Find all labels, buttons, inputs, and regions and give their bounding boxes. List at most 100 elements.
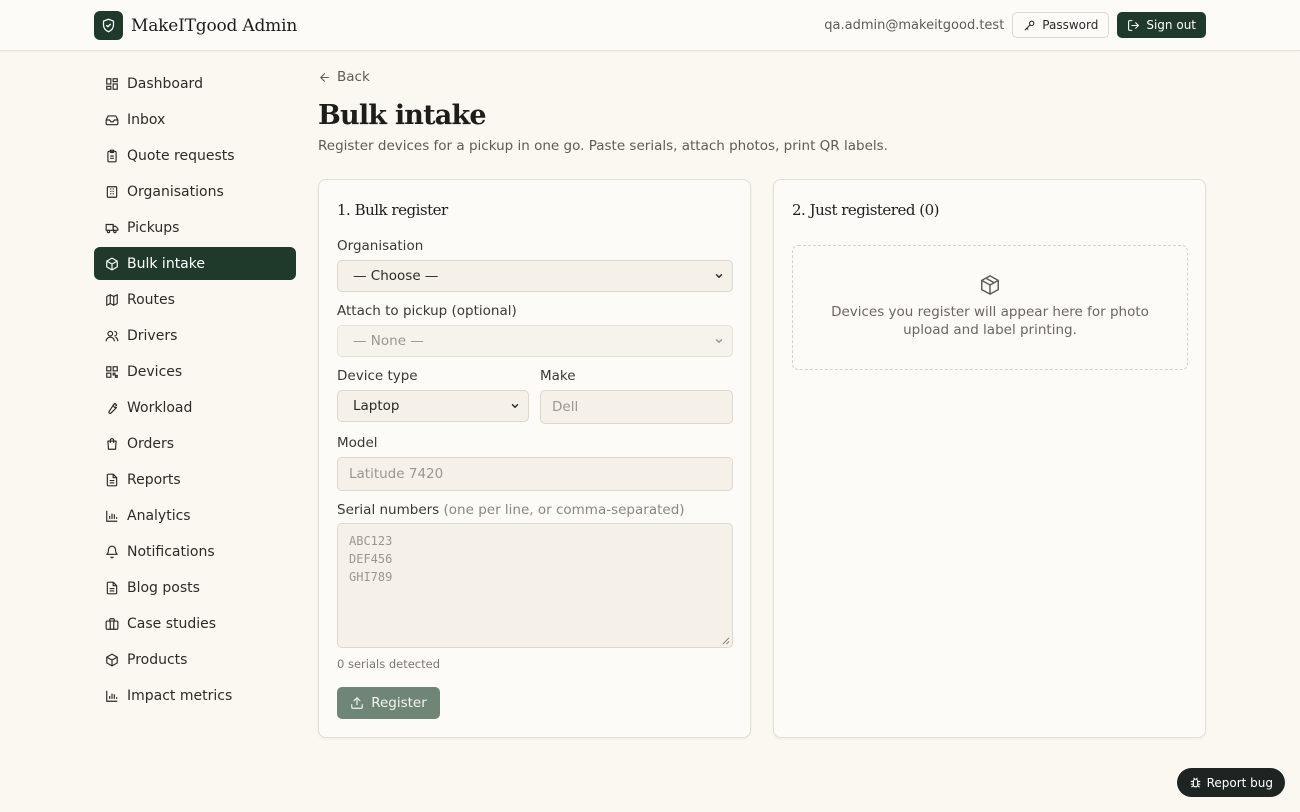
model-placeholder: Latitude 7420	[349, 466, 444, 482]
sidebar-item-label: Pickups	[127, 219, 180, 236]
sidebar-item-inbox[interactable]: Inbox	[94, 103, 296, 136]
sidebar-item-routes[interactable]: Routes	[94, 283, 296, 316]
sidebar-item-label: Case studies	[127, 615, 217, 632]
sidebar-item-label: Organisations	[127, 183, 224, 200]
arrow-left-icon	[320, 72, 329, 82]
sidebar-nav: Dashboard Inbox Quote requests Organisat…	[94, 67, 296, 715]
card-title: 2. Just registered (0)	[792, 201, 939, 219]
sign-out-label: Sign out	[1146, 18, 1196, 32]
pickup-label: Attach to pickup (optional)	[337, 303, 517, 319]
shield-logo-icon	[94, 11, 123, 40]
sidebar-item-drivers[interactable]: Drivers	[94, 319, 296, 352]
chevron-down-icon	[715, 274, 723, 278]
password-label: Password	[1042, 18, 1099, 32]
device-type-select[interactable]: Laptop	[337, 390, 529, 422]
sidebar-item-devices[interactable]: Devices	[94, 355, 296, 388]
sidebar-item-analytics[interactable]: Analytics	[94, 499, 296, 532]
chevron-down-icon	[715, 339, 723, 343]
sidebar-item-organisations[interactable]: Organisations	[94, 175, 296, 208]
model-input[interactable]: Latitude 7420	[337, 457, 733, 491]
make-input[interactable]: Dell	[540, 390, 733, 424]
serial-placeholder-line: GHI789	[349, 570, 393, 584]
sidebar-item-bulk-intake[interactable]: Bulk intake	[94, 247, 296, 280]
sidebar-item-label: Blog posts	[127, 579, 200, 596]
organisation-value: — Choose —	[353, 268, 439, 284]
sidebar-item-notifications[interactable]: Notifications	[94, 535, 296, 568]
briefcase-icon	[105, 617, 119, 630]
sidebar-item-label: Dashboard	[127, 75, 203, 92]
serials-label: Serial numbers (one per line, or comma-s…	[337, 502, 685, 518]
sidebar-item-workload[interactable]: Workload	[94, 391, 296, 424]
register-button[interactable]: Register	[337, 687, 440, 719]
sidebar-item-label: Quote requests	[127, 147, 235, 164]
package-icon	[981, 275, 999, 295]
device-type-value: Laptop	[353, 398, 400, 414]
log-out-icon	[1128, 19, 1140, 31]
sidebar-item-label: Inbox	[127, 111, 166, 128]
building-icon	[106, 185, 118, 198]
wrench-icon	[108, 402, 118, 414]
bulk-register-card: 1. Bulk register Organisation — Choose —…	[318, 179, 751, 738]
sidebar-item-products[interactable]: Products	[94, 643, 296, 676]
sidebar-item-pickups[interactable]: Pickups	[94, 211, 296, 244]
package-icon	[106, 653, 118, 666]
sidebar-item-impact-metrics[interactable]: Impact metrics	[94, 679, 296, 712]
bar-chart-icon	[106, 510, 118, 522]
sidebar-item-orders[interactable]: Orders	[94, 427, 296, 460]
make-label: Make	[540, 368, 576, 384]
sidebar-item-label: Routes	[127, 291, 175, 308]
empty-state: Devices you register will appear here fo…	[792, 245, 1188, 370]
serials-textarea[interactable]: ABC123 DEF456 GHI789	[337, 523, 733, 648]
sidebar-item-label: Analytics	[127, 507, 191, 524]
back-link[interactable]: Back	[318, 69, 370, 85]
file-text-icon	[106, 473, 118, 486]
make-placeholder: Dell	[552, 399, 579, 415]
organisation-select[interactable]: — Choose —	[337, 260, 733, 292]
back-label: Back	[337, 69, 370, 85]
dashboard-icon	[106, 77, 118, 90]
file-text-icon	[106, 581, 118, 594]
sidebar-item-label: Notifications	[127, 543, 215, 560]
sidebar-item-blog-posts[interactable]: Blog posts	[94, 571, 296, 604]
users-icon	[105, 330, 119, 341]
resize-handle-icon[interactable]	[721, 636, 730, 645]
serials-label-text: Serial numbers	[337, 502, 440, 518]
pickup-value: — None —	[353, 333, 424, 349]
chevron-down-icon	[511, 404, 519, 408]
model-label: Model	[337, 435, 378, 451]
serial-placeholder-line: DEF456	[349, 552, 393, 566]
qr-code-icon	[106, 365, 118, 378]
password-button[interactable]: Password	[1012, 12, 1110, 38]
empty-state-text: Devices you register will appear here fo…	[831, 304, 1149, 338]
serials-hint: (one per line, or comma-separated)	[443, 502, 685, 518]
sidebar-item-label: Products	[127, 651, 188, 668]
sidebar-item-reports[interactable]: Reports	[94, 463, 296, 496]
sign-out-button[interactable]: Sign out	[1117, 12, 1206, 38]
upload-icon	[351, 697, 364, 709]
sidebar-item-quote-requests[interactable]: Quote requests	[94, 139, 296, 172]
pickup-select[interactable]: — None —	[337, 325, 733, 357]
package-icon	[106, 257, 118, 270]
report-bug-label: Report bug	[1206, 775, 1273, 790]
register-label: Register	[371, 695, 427, 711]
sidebar-item-dashboard[interactable]: Dashboard	[94, 67, 296, 100]
page-title: Bulk intake	[318, 100, 487, 131]
shopping-bag-icon	[107, 437, 117, 450]
map-icon	[106, 293, 118, 306]
sidebar-item-case-studies[interactable]: Case studies	[94, 607, 296, 640]
bug-icon	[1190, 777, 1200, 788]
sidebar-item-label: Bulk intake	[127, 255, 205, 272]
device-type-label: Device type	[337, 368, 418, 384]
page-subtitle: Register devices for a pickup in one go.…	[318, 138, 888, 154]
sidebar-item-label: Orders	[127, 435, 175, 452]
clipboard-icon	[107, 149, 117, 162]
sidebar-item-label: Drivers	[127, 327, 178, 344]
sidebar-item-label: Workload	[127, 399, 193, 416]
sidebar-item-label: Impact metrics	[127, 687, 233, 704]
serial-count: 0 serials detected	[337, 657, 441, 671]
app-title: MakeITgood Admin	[131, 15, 298, 36]
card-title: 1. Bulk register	[337, 201, 448, 219]
report-bug-button[interactable]: Report bug	[1176, 768, 1285, 797]
brand[interactable]: MakeITgood Admin	[94, 11, 297, 40]
serial-placeholder-line: ABC123	[349, 534, 393, 548]
